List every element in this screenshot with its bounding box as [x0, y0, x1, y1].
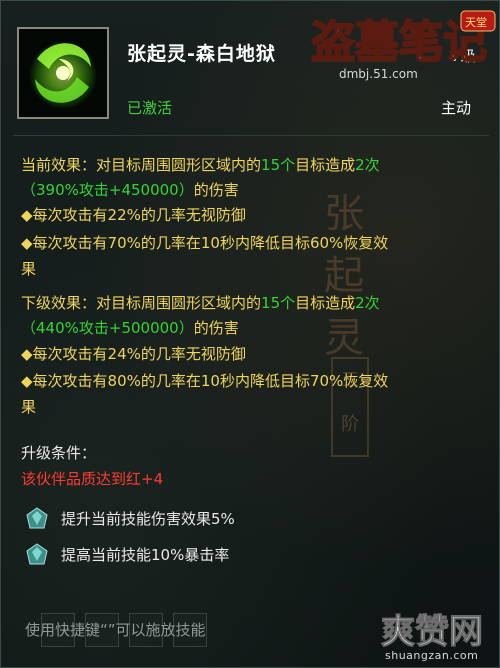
next-effect-line1: 下级效果：对目标周围圆形区域内的15个目标造成2次 [21, 291, 380, 315]
current-effect-line2: （390%攻击+450000）的伤害 [21, 178, 239, 202]
upgrade-requirement: 该伙伴品质达到红+4 [21, 470, 164, 488]
next-effect-desc1: 对目标周围圆形区域内的 [96, 294, 262, 312]
current-effect-bullet1: ◆每次攻击有22%的几率无视防御 [21, 206, 246, 224]
activation-status: 已激活 [127, 99, 173, 117]
upgrade-item-2: 提高当前技能10%暴击率 [61, 546, 230, 564]
game-logo-badge: 天堂 [465, 16, 487, 29]
skill-icon [17, 27, 109, 119]
site-logo-text: 爽赞网 [381, 612, 483, 651]
next-effect-damage: 的伤害 [193, 319, 239, 337]
current-effect-label: 当前效果： [21, 156, 97, 174]
crystal-icon [25, 507, 49, 531]
current-effect-line1: 当前效果：对目标周围圆形区域内的15个目标造成2次 [21, 153, 380, 177]
current-effect-desc1: 对目标周围圆形区域内的 [96, 156, 262, 174]
game-logo-url: dmbj.51.com [339, 67, 418, 81]
current-effect-bullet2-line1: ◆每次攻击有70%的几率在10秒内降低目标60%恢复效 [21, 234, 389, 252]
current-effect-formula: （390%攻击+450000） [21, 181, 194, 199]
next-effect-label: 下级效果： [21, 294, 97, 312]
skill-title: 张起灵-森白地狱 [127, 43, 276, 65]
next-effect-target-count: 15个 [261, 294, 296, 312]
current-effect-bullet2-line2: 果 [21, 260, 37, 278]
next-effect-bullet2-line1: ◆每次攻击有80%的几率在10秒内降低目标70%恢复效 [21, 372, 389, 390]
next-effect-line2: （440%攻击+500000）的伤害 [21, 316, 239, 340]
upgrade-label: 升级条件： [21, 444, 97, 462]
shortcut-hint: 使用快捷键“”可以施放技能 [25, 621, 206, 639]
current-effect-desc2: 目标造成 [295, 156, 356, 174]
skill-tooltip-panel: 张起灵 三阶 张起灵-森白地狱 7级 盗墓笔记 天堂 dmbj.51.com 已… [0, 0, 500, 668]
current-effect-damage: 的伤害 [193, 181, 239, 199]
upgrade-item-1: 提升当前技能伤害效果5% [61, 510, 235, 528]
divider [13, 135, 489, 136]
crystal-icon [25, 543, 49, 567]
site-url: shuangzan.com [385, 649, 479, 662]
current-effect-target-count: 15个 [261, 156, 296, 174]
next-effect-bullet1: ◆每次攻击有24%的几率无视防御 [21, 345, 246, 363]
game-logo: 盗墓笔记 天堂 [309, 7, 499, 73]
background-character-name: 张起灵 [324, 191, 364, 361]
skill-type: 主动 [441, 99, 472, 117]
next-effect-desc2: 目标造成 [295, 294, 356, 312]
next-effect-times: 2次 [355, 294, 380, 312]
site-logo: 爽赞网 [379, 607, 489, 655]
next-effect-formula: （440%攻击+500000） [21, 319, 194, 337]
next-effect-bullet2-line2: 果 [21, 398, 37, 416]
current-effect-times: 2次 [355, 156, 380, 174]
